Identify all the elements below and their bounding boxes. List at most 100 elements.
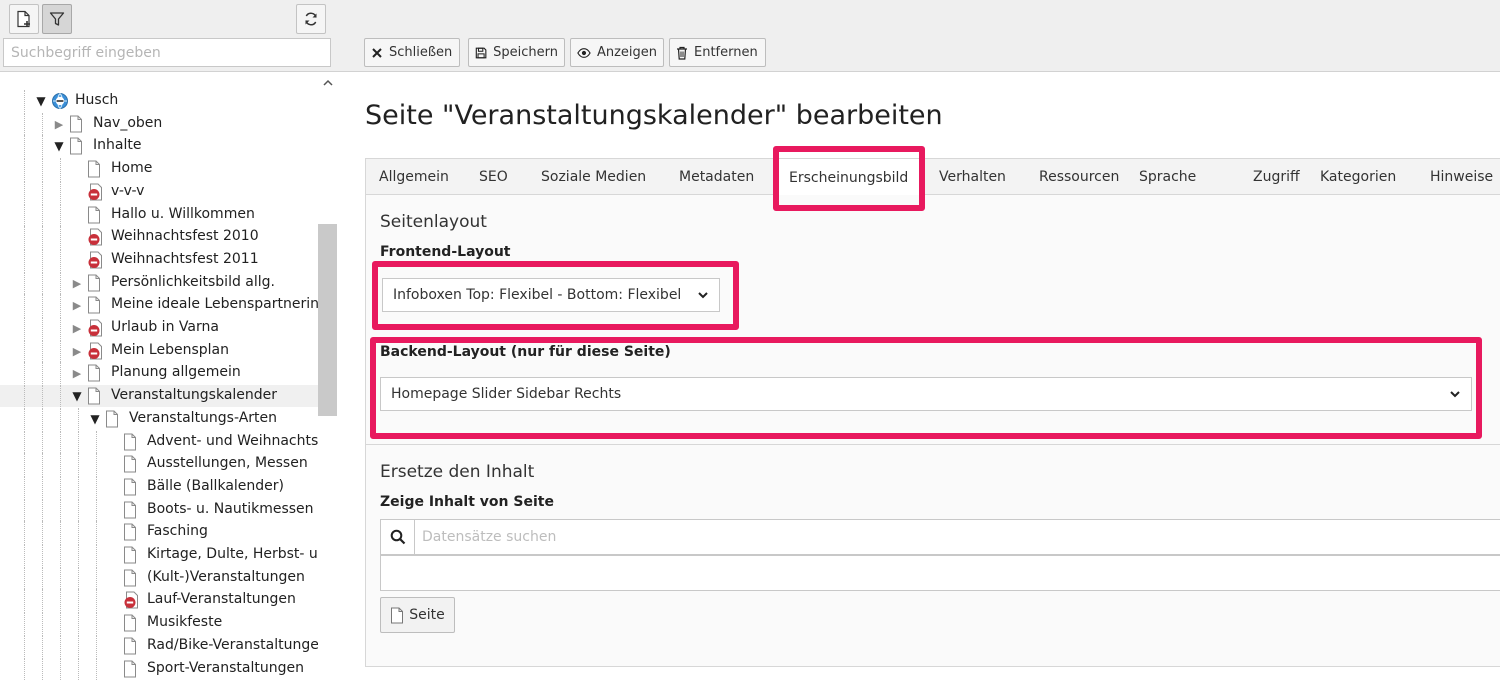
tree-node[interactable]: ▶ Planung allgemein — [0, 362, 318, 384]
page-icon[interactable] — [123, 455, 141, 473]
page-icon[interactable] — [123, 614, 141, 632]
tree-node-label[interactable]: v-v-v — [111, 183, 144, 199]
browse-page-button[interactable]: Seite — [380, 597, 455, 633]
site-root-icon[interactable] — [51, 92, 69, 110]
page-icon[interactable] — [123, 501, 141, 519]
expand-toggle-icon[interactable]: ▶ — [71, 345, 83, 358]
tree-node-label[interactable]: Bälle (Ballkalender) — [147, 478, 284, 494]
tree-node[interactable]: Hallo u. Willkommen — [0, 204, 318, 226]
tree-node[interactable]: Fasching — [0, 521, 318, 543]
tree-node[interactable]: ▶ Urlaub in Varna — [0, 317, 318, 339]
tree-node[interactable]: v-v-v — [0, 181, 318, 203]
tab-zugriff[interactable]: Zugriff — [1240, 159, 1313, 195]
page-icon[interactable] — [123, 569, 141, 587]
tree-node[interactable]: Weihnachtsfest 2011 — [0, 249, 318, 271]
collapse-toggle-icon[interactable]: ▼ — [53, 139, 65, 153]
tree-node[interactable]: Kirtage, Dulte, Herbst- und — [0, 544, 318, 566]
expand-toggle-icon[interactable]: ▶ — [71, 277, 83, 290]
tab-ressourcen[interactable]: Ressourcen — [1026, 159, 1132, 195]
frontend-layout-select[interactable]: Infoboxen Top: Flexibel - Bottom: Flexib… — [382, 278, 720, 312]
page-icon[interactable] — [87, 296, 105, 314]
tree-node-label[interactable]: Boots- u. Nautikmessen — [147, 501, 314, 517]
tree-node-label[interactable]: Rad/Bike-Veranstaltungen — [147, 637, 318, 653]
tree-node-label[interactable]: Home — [111, 160, 152, 176]
tab-verhalten[interactable]: Verhalten — [926, 159, 1019, 195]
tree-node[interactable]: Home — [0, 158, 318, 180]
tree-node-label[interactable]: Husch — [75, 92, 118, 108]
tree-node-label[interactable]: Hallo u. Willkommen — [111, 206, 255, 222]
tab-hinweise[interactable]: Hinweise — [1417, 159, 1500, 195]
tab-soziale-medien[interactable]: Soziale Medien — [528, 159, 659, 195]
tree-node[interactable]: ▶ Mein Lebensplan — [0, 340, 318, 362]
tree-node[interactable]: Ausstellungen, Messen — [0, 453, 318, 475]
expand-toggle-icon[interactable]: ▶ — [71, 367, 83, 380]
new-page-button[interactable] — [9, 4, 39, 34]
tree-node-label[interactable]: Persönlichkeitsbild allg. — [111, 274, 275, 290]
tab-metadaten[interactable]: Metadaten — [666, 159, 767, 195]
tab-kategorien[interactable]: Kategorien — [1307, 159, 1409, 195]
tree-node-label[interactable]: Veranstaltungs-Arten — [129, 410, 277, 426]
page-icon[interactable] — [105, 410, 123, 428]
tree-node-label[interactable]: Meine ideale Lebenspartnerin — [111, 296, 318, 312]
expand-toggle-icon[interactable]: ▶ — [53, 118, 65, 131]
tab-erscheinungsbild[interactable]: Erscheinungsbild — [775, 159, 923, 196]
tree-node-label[interactable]: Fasching — [147, 523, 208, 539]
tree-node[interactable]: Lauf-Veranstaltungen — [0, 589, 318, 611]
tree-node[interactable]: Advent- und Weihnachtsmärkte — [0, 431, 318, 453]
hidden-page-icon[interactable] — [87, 228, 105, 246]
page-icon[interactable] — [123, 523, 141, 541]
tree-node-label[interactable]: Advent- und Weihnachtsmärkte — [147, 433, 318, 449]
tree-node-label[interactable]: Musikfeste — [147, 614, 222, 630]
hidden-page-icon[interactable] — [87, 319, 105, 337]
tree-node-label[interactable]: Lauf-Veranstaltungen — [147, 591, 296, 607]
page-icon[interactable] — [87, 387, 105, 405]
tree-node-label[interactable]: Urlaub in Varna — [111, 319, 219, 335]
tree-node[interactable]: ▼ Husch — [0, 90, 318, 112]
page-icon[interactable] — [87, 160, 105, 178]
tree-node-label[interactable]: Mein Lebensplan — [111, 342, 229, 358]
record-search-input[interactable] — [416, 520, 1496, 554]
tree-search-input[interactable] — [3, 38, 331, 67]
tree-node[interactable]: ▶ Persönlichkeitsbild allg. — [0, 272, 318, 294]
tree-node[interactable]: Boots- u. Nautikmessen — [0, 499, 318, 521]
hidden-page-icon[interactable] — [87, 183, 105, 201]
delete-button[interactable]: Entfernen — [669, 38, 766, 67]
selected-records-list[interactable] — [380, 555, 1500, 591]
page-icon[interactable] — [123, 433, 141, 451]
page-icon[interactable] — [123, 546, 141, 564]
expand-toggle-icon[interactable]: ▶ — [71, 299, 83, 312]
close-button[interactable]: Schließen — [364, 38, 460, 67]
tree-node[interactable]: ▼ Inhalte — [0, 135, 318, 157]
tree-node-label[interactable]: Weihnachtsfest 2011 — [111, 251, 259, 267]
tree-node[interactable]: ▼ Veranstaltungskalender — [0, 385, 318, 407]
page-icon[interactable] — [87, 274, 105, 292]
tree-node[interactable]: Weihnachtsfest 2010 — [0, 226, 318, 248]
tree-node[interactable]: Bälle (Ballkalender) — [0, 476, 318, 498]
tree-node-label[interactable]: Planung allgemein — [111, 364, 241, 380]
tab-sprache[interactable]: Sprache — [1126, 159, 1209, 195]
collapse-toggle-icon[interactable]: ▼ — [89, 412, 101, 426]
page-icon[interactable] — [69, 137, 87, 155]
tree-node-label[interactable]: Inhalte — [93, 137, 141, 153]
collapse-toggle-icon[interactable]: ▼ — [71, 389, 83, 403]
hidden-page-icon[interactable] — [87, 251, 105, 269]
page-icon[interactable] — [123, 637, 141, 655]
tree-node[interactable]: (Kult-)Veranstaltungen — [0, 567, 318, 589]
backend-layout-select[interactable]: Homepage Slider Sidebar Rechts — [380, 377, 1472, 411]
tree-node-label[interactable]: (Kult-)Veranstaltungen — [147, 569, 305, 585]
tree-node[interactable]: ▼ Veranstaltungs-Arten — [0, 408, 318, 430]
tree-scrollbar-thumb[interactable] — [318, 224, 337, 416]
tree-node[interactable]: ▶ Meine ideale Lebenspartnerin — [0, 294, 318, 316]
tree-node-label[interactable]: Kirtage, Dulte, Herbst- und — [147, 546, 318, 562]
tree-node[interactable]: Musikfeste — [0, 612, 318, 634]
hidden-page-icon[interactable] — [123, 591, 141, 609]
expand-toggle-icon[interactable]: ▶ — [71, 322, 83, 335]
tab-allgemein[interactable]: Allgemein — [366, 159, 462, 195]
refresh-tree-button[interactable] — [296, 4, 326, 34]
tab-seo[interactable]: SEO — [466, 159, 521, 195]
collapse-toggle-icon[interactable]: ▼ — [35, 94, 47, 108]
save-button[interactable]: Speichern — [468, 38, 565, 67]
filter-button[interactable] — [42, 4, 72, 34]
page-icon[interactable] — [123, 660, 141, 678]
tree-node-label[interactable]: Weihnachtsfest 2010 — [111, 228, 259, 244]
